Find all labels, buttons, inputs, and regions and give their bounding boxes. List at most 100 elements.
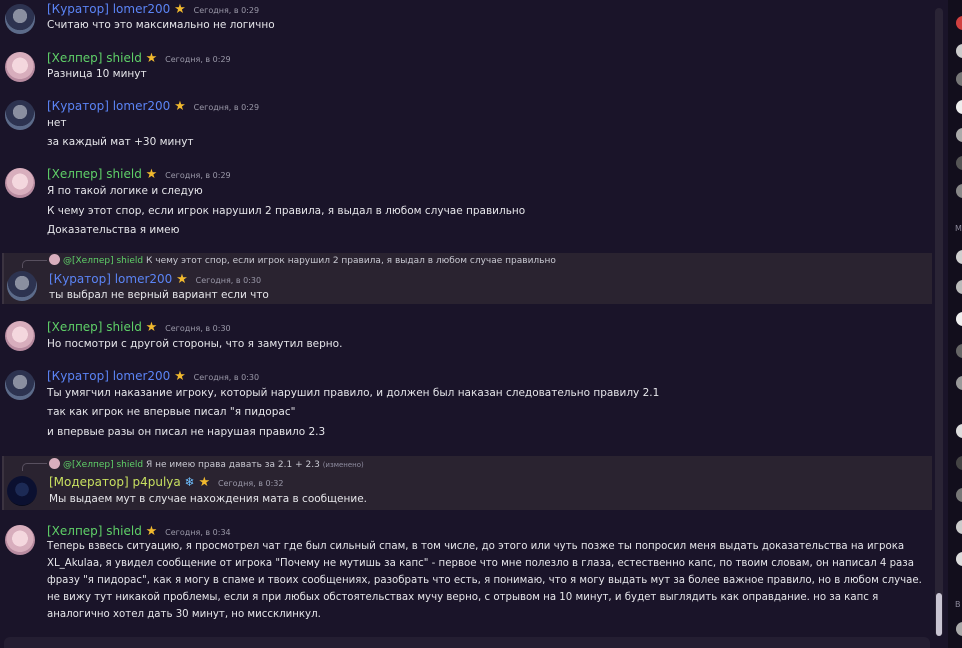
message-text: так как игрок не впервые писал "я пидора… <box>47 406 296 418</box>
avatar[interactable] <box>5 4 35 34</box>
timestamp: Сегодня, в 0:29 <box>193 6 260 15</box>
avatar[interactable] <box>5 525 35 555</box>
star-icon: ★ <box>174 2 186 17</box>
author-name[interactable]: [Куратор] lomer200 <box>49 272 172 286</box>
message-text: аналогично хотел дать 30 минут, но мисск… <box>47 609 321 620</box>
message-text: Мы выдаем мут в случае нахождения мата в… <box>49 493 367 505</box>
member-avatar[interactable] <box>956 250 962 264</box>
message: [Куратор] lomer200 ★ Сегодня, в 0:30 Ты … <box>0 365 935 445</box>
member-avatar[interactable] <box>956 44 962 58</box>
timestamp: Сегодня, в 0:29 <box>165 55 231 64</box>
avatar[interactable] <box>5 168 35 198</box>
member-avatar[interactable] <box>956 376 962 390</box>
scrollbar-track[interactable] <box>935 8 943 636</box>
message-text: нет <box>47 117 67 129</box>
author-name[interactable]: [Модератор] p4pulya <box>49 475 181 489</box>
star-icon: ★ <box>145 167 158 182</box>
message-text: Я по такой логике и следую <box>47 185 203 197</box>
message-input-bar[interactable] <box>4 637 930 648</box>
member-avatar[interactable] <box>956 184 962 198</box>
message: [Куратор] lomer200 ★ Сегодня, в 0:29 нет… <box>0 94 935 154</box>
member-avatar[interactable] <box>956 72 962 86</box>
message: [Хелпер] shield ★ Сегодня, в 0:30 Но пос… <box>0 316 935 356</box>
star-icon: ★ <box>145 51 158 66</box>
edited-label: (изменено) <box>322 461 364 469</box>
message: [Хелпер] shield ★ Сегодня, в 0:34 Теперь… <box>0 520 935 628</box>
member-avatar[interactable] <box>956 520 962 534</box>
reply-connector <box>22 260 47 268</box>
message-text: за каждый мат +30 минут <box>47 136 194 148</box>
member-avatar[interactable] <box>956 128 962 142</box>
member-avatar[interactable] <box>956 488 962 502</box>
message-text: Но посмотри с другой стороны, что я заму… <box>47 338 343 350</box>
member-avatar[interactable] <box>956 156 962 170</box>
message-text: Теперь взвесь ситуацию, я просмотрел чат… <box>47 541 905 552</box>
author-name[interactable]: [Куратор] lomer200 <box>47 99 170 113</box>
avatar <box>49 254 60 265</box>
member-avatar[interactable] <box>956 280 962 294</box>
star-icon: ★ <box>174 99 186 114</box>
author-name[interactable]: [Хелпер] shield <box>47 320 142 334</box>
timestamp: Сегодня, в 0:30 <box>165 324 231 333</box>
member-list: М В <box>948 0 962 648</box>
message-highlighted: @[Хелпер] shield К чему этот спор, если … <box>2 253 932 304</box>
reply-author[interactable]: @[Хелпер] shield <box>63 256 143 266</box>
reply-connector <box>22 463 47 471</box>
member-avatar[interactable] <box>956 16 962 30</box>
star-icon: ★ <box>145 524 158 539</box>
star-icon: ★ <box>198 475 211 490</box>
snowflake-icon: ❄ <box>184 475 195 489</box>
reply-text: К чему этот спор, если игрок нарушил 2 п… <box>146 256 556 266</box>
message-text: и впервые разы он писал не нарушая прави… <box>47 426 326 438</box>
member-avatar[interactable] <box>956 100 962 114</box>
avatar[interactable] <box>5 321 35 351</box>
message-text: XL_Akulaa, я увидел сообщение от игрока … <box>47 558 914 569</box>
member-avatar[interactable] <box>956 312 962 326</box>
member-section-label: М <box>955 224 962 233</box>
author-name[interactable]: [Хелпер] shield <box>47 167 142 181</box>
timestamp: Сегодня, в 0:30 <box>193 373 260 382</box>
timestamp: Сегодня, в 0:30 <box>195 276 262 285</box>
member-section-label: В <box>955 600 961 609</box>
member-avatar[interactable] <box>956 552 962 566</box>
author-name[interactable]: [Хелпер] shield <box>47 51 142 65</box>
message-text: К чему этот спор, если игрок нарушил 2 п… <box>47 205 526 217</box>
timestamp: Сегодня, в 0:29 <box>165 171 231 180</box>
member-avatar[interactable] <box>956 424 962 438</box>
avatar[interactable] <box>7 476 37 506</box>
message-highlighted: @[Хелпер] shield Я не имею права давать … <box>2 456 932 510</box>
message-text: Доказательства я имею <box>47 224 180 236</box>
message-text: ты выбрал не верный вариант если что <box>49 289 269 301</box>
timestamp: Сегодня, в 0:29 <box>193 103 260 112</box>
message-text: фразу "я пидорас", как я могу в спаме и … <box>47 575 922 586</box>
star-icon: ★ <box>174 369 186 384</box>
avatar[interactable] <box>7 271 37 301</box>
member-avatar[interactable] <box>956 344 962 358</box>
author-name[interactable]: [Куратор] lomer200 <box>47 2 170 16</box>
message-text: не вижу тут никакой проблемы, если я при… <box>47 592 879 603</box>
message: [Хелпер] shield ★ Сегодня, в 0:29 Разниц… <box>0 47 935 87</box>
author-name[interactable]: [Хелпер] shield <box>47 524 142 538</box>
member-avatar[interactable] <box>956 622 962 636</box>
member-avatar[interactable] <box>956 456 962 470</box>
author-name[interactable]: [Куратор] lomer200 <box>47 369 170 383</box>
star-icon: ★ <box>176 272 188 287</box>
timestamp: Сегодня, в 0:32 <box>217 479 284 488</box>
reply-preview[interactable]: @[Хелпер] shield К чему этот спор, если … <box>49 254 556 267</box>
avatar <box>49 458 60 469</box>
avatar[interactable] <box>5 52 35 82</box>
avatar[interactable] <box>5 370 35 400</box>
message: [Куратор] lomer200 ★ Сегодня, в 0:29 Счи… <box>0 0 935 40</box>
message: [Хелпер] shield ★ Сегодня, в 0:29 Я по т… <box>0 163 935 241</box>
message-text: Считаю что это максимально не логично <box>47 19 275 31</box>
message-list: [Куратор] lomer200 ★ Сегодня, в 0:29 Счи… <box>0 0 935 648</box>
reply-preview[interactable]: @[Хелпер] shield Я не имею права давать … <box>49 458 364 471</box>
reply-author[interactable]: @[Хелпер] shield <box>63 460 143 470</box>
message-text: Ты умягчил наказание игроку, который нар… <box>47 387 660 399</box>
reply-text: Я не имею права давать за 2.1 + 2.3 <box>146 460 320 470</box>
avatar[interactable] <box>5 100 35 130</box>
star-icon: ★ <box>145 320 158 335</box>
message-text: Разница 10 минут <box>47 68 147 80</box>
timestamp: Сегодня, в 0:34 <box>165 528 231 537</box>
scrollbar-thumb[interactable] <box>936 593 942 636</box>
